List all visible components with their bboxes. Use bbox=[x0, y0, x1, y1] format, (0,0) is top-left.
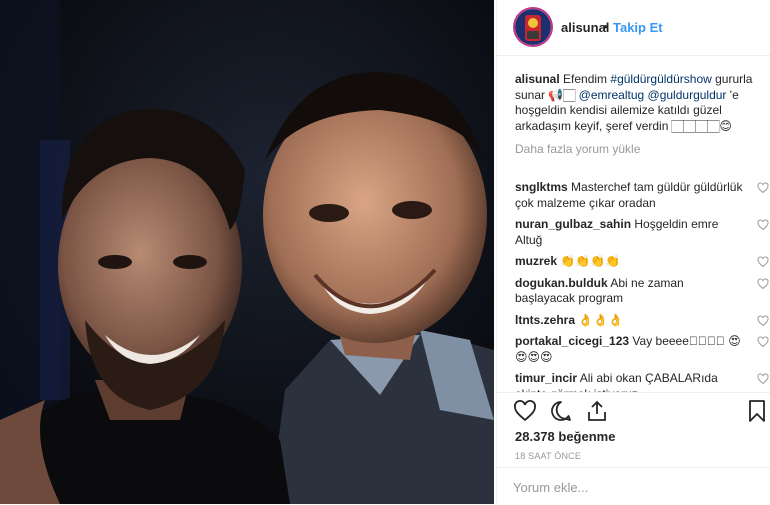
instagram-post: alisunal • Takip Et alisunal Efendim #gü… bbox=[0, 0, 770, 504]
comment-text: 👏👏👏👏 bbox=[557, 254, 621, 268]
comment-username[interactable]: snglktms bbox=[515, 180, 568, 194]
comments-area: alisunal Efendim #güldürgüldürshow gurur… bbox=[515, 72, 755, 166]
comment-item: ltnts.zehra 👌👌👌 bbox=[515, 313, 770, 329]
post-side-panel: alisunal • Takip Et alisunal Efendim #gü… bbox=[496, 0, 770, 504]
comment-item: dogukan.bulduk Abi ne zaman başlayacak p… bbox=[515, 276, 770, 307]
like-heart-icon[interactable] bbox=[513, 399, 537, 423]
add-comment-bar bbox=[497, 467, 770, 505]
likes-count[interactable]: 28.378 beğenme bbox=[515, 429, 615, 444]
comment-item: nuran_gulbaz_sahin Hoşgeldin emre Altuğ bbox=[515, 217, 770, 248]
post-actions: 28.378 beğenme 18 SAAT ÖNCE bbox=[497, 392, 770, 504]
caption-username[interactable]: alisunal bbox=[515, 72, 560, 86]
caption-text-1: Efendim bbox=[559, 72, 611, 86]
comment-input[interactable] bbox=[513, 478, 733, 496]
load-more-comments[interactable]: Daha fazla yorum yükle bbox=[515, 142, 755, 158]
header-separator: • bbox=[603, 19, 608, 34]
comment-item: muzrek 👏👏👏👏 bbox=[515, 254, 770, 270]
like-comment-heart-icon[interactable] bbox=[757, 373, 769, 385]
like-comment-heart-icon[interactable] bbox=[757, 219, 769, 231]
comment-username[interactable]: ltnts.zehra bbox=[515, 313, 575, 327]
post-header: alisunal • Takip Et bbox=[497, 0, 770, 56]
caption-hashtag[interactable]: #güldürgüldürshow bbox=[610, 72, 711, 86]
avatar-image bbox=[515, 9, 551, 45]
share-upload-icon[interactable] bbox=[585, 399, 609, 423]
comment-username[interactable]: dogukan.bulduk bbox=[515, 276, 608, 290]
comment-username[interactable]: nuran_gulbaz_sahin bbox=[515, 217, 631, 231]
avatar[interactable] bbox=[515, 9, 551, 45]
comment-item: timur_incir Ali abi okan ÇABALARıda ekip… bbox=[515, 371, 770, 394]
post-timestamp: 18 SAAT ÖNCE bbox=[515, 451, 582, 461]
comment-list[interactable]: snglktms Masterchef tam güldür güldürlük… bbox=[497, 176, 770, 394]
post-photo[interactable] bbox=[0, 0, 494, 504]
caption-mention-1[interactable]: @emrealtug bbox=[579, 88, 645, 102]
follow-button[interactable]: Takip Et bbox=[613, 20, 663, 35]
comment-username[interactable]: timur_incir bbox=[515, 371, 577, 385]
comment-username[interactable]: muzrek bbox=[515, 254, 557, 268]
like-comment-heart-icon[interactable] bbox=[757, 314, 769, 327]
comment-username[interactable]: portakal_cicegi_123 bbox=[515, 334, 629, 348]
like-comment-heart-icon[interactable] bbox=[757, 256, 769, 268]
caption-mention-2[interactable]: @guldurguldur bbox=[648, 88, 727, 102]
selfie-image bbox=[0, 0, 494, 504]
comment-bubble-icon[interactable] bbox=[549, 399, 573, 423]
bookmark-icon[interactable] bbox=[745, 399, 769, 423]
like-comment-heart-icon[interactable] bbox=[757, 277, 769, 290]
comment-item: snglktms Masterchef tam güldür güldürlük… bbox=[515, 180, 770, 211]
comment-item: portakal_cicegi_123 Vay beeee🏻🏻🏻🏻 😍😍😍😍 bbox=[515, 334, 770, 365]
like-comment-heart-icon[interactable] bbox=[757, 182, 769, 194]
comment-text: 👌👌👌 bbox=[575, 312, 624, 327]
post-caption: alisunal Efendim #güldürgüldürshow gurur… bbox=[515, 72, 755, 134]
like-comment-heart-icon[interactable] bbox=[757, 336, 769, 348]
